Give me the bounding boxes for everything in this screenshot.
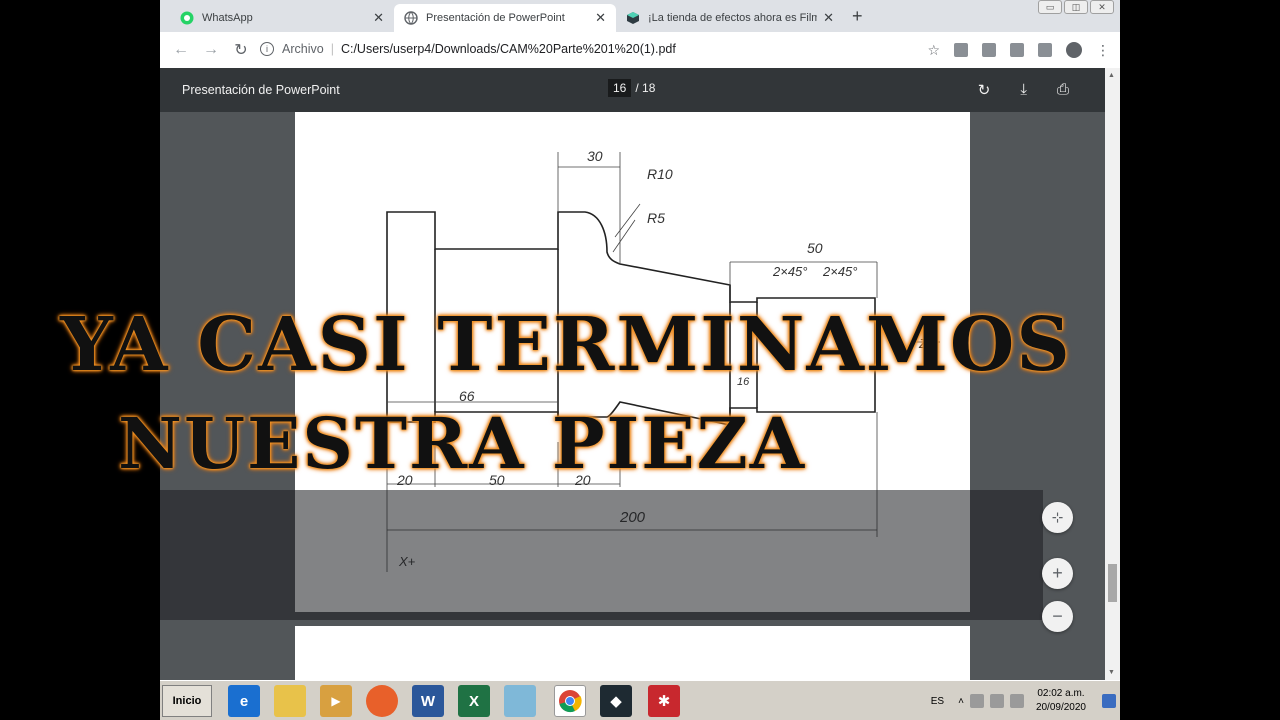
- pdf-extension-icon[interactable]: [954, 43, 968, 57]
- print-icon[interactable]: ⎙: [1057, 81, 1069, 99]
- tab-title: WhatsApp: [202, 12, 253, 24]
- fit-to-page-button[interactable]: ⊹: [1042, 502, 1073, 533]
- pdf-actions: ↻ ⤓ ⎙: [978, 81, 1069, 99]
- taskbar: Inicio e ▶ W X ◆ ✱ ES ˄ 02:02 a.m. 20/09…: [160, 680, 1120, 720]
- scroll-down-icon[interactable]: ▼: [1108, 669, 1115, 676]
- chrome-icon[interactable]: [554, 685, 586, 717]
- language-indicator[interactable]: ES: [931, 696, 944, 707]
- close-icon[interactable]: ✕: [823, 10, 834, 26]
- dim-label: R10: [647, 166, 673, 182]
- eraser-icon[interactable]: [504, 685, 536, 717]
- scrollbar[interactable]: ▲ ▼: [1105, 68, 1120, 680]
- firefox-icon[interactable]: [366, 685, 398, 717]
- filmora-icon: [626, 11, 640, 25]
- close-icon[interactable]: ✕: [595, 10, 606, 26]
- browser-toolbar: ← → ↻ i Archivo | C:/Users/userp4/Downlo…: [160, 32, 1120, 68]
- scroll-up-icon[interactable]: ▲: [1108, 72, 1115, 79]
- globe-icon: [404, 11, 418, 25]
- puzzle-icon[interactable]: [1038, 43, 1052, 57]
- reload-button[interactable]: ↻: [226, 40, 256, 60]
- tab-title: Presentación de PowerPoint: [426, 12, 565, 24]
- page-number-input[interactable]: 16: [608, 79, 632, 97]
- shield-extension-icon[interactable]: [982, 43, 996, 57]
- caption-line-2: NUESTRA PIEZA: [118, 402, 807, 485]
- toolbar-actions: ☆ ⋮: [927, 32, 1110, 68]
- network-icon[interactable]: [989, 694, 1004, 708]
- pdf-toolbar: Presentación de PowerPoint 16/ 18 ↻ ⤓ ⎙: [160, 68, 1105, 112]
- tray-expand-icon[interactable]: ˄: [958, 696, 964, 707]
- dim-label: 30: [587, 148, 603, 164]
- camera-extension-icon[interactable]: [1010, 43, 1024, 57]
- pdf-page-next: [295, 626, 970, 686]
- start-label: Inicio: [172, 695, 202, 707]
- new-tab-button[interactable]: +: [852, 6, 863, 27]
- volume-icon[interactable]: [969, 694, 984, 708]
- file-chip: Archivo: [282, 42, 324, 56]
- security-icon[interactable]: [1009, 694, 1024, 708]
- show-desktop-icon[interactable]: [1102, 694, 1116, 708]
- media-icon[interactable]: ▶: [320, 685, 352, 717]
- app-icon[interactable]: ✱: [648, 685, 680, 717]
- ie-icon[interactable]: e: [228, 685, 260, 717]
- clock[interactable]: 02:02 a.m. 20/09/2020: [1036, 687, 1086, 715]
- pdf-title: Presentación de PowerPoint: [182, 83, 340, 97]
- zoom-out-button[interactable]: −: [1042, 601, 1073, 632]
- minimize-button[interactable]: ▭: [1038, 0, 1062, 14]
- folder-icon[interactable]: [274, 685, 306, 717]
- dim-label: 2×45°: [823, 264, 858, 279]
- page-total: / 18: [635, 81, 656, 95]
- scroll-thumb[interactable]: [1108, 564, 1117, 602]
- system-tray: ES ˄ 02:02 a.m. 20/09/2020: [931, 683, 1120, 719]
- tab-whatsapp[interactable]: WhatsApp ✕: [170, 4, 394, 32]
- close-icon[interactable]: ✕: [373, 10, 384, 26]
- tab-title: ¡La tienda de efectos ahora es Filmstock: [648, 12, 818, 24]
- video-overlay-panel: [160, 490, 1043, 620]
- address-bar[interactable]: i Archivo | C:/Users/userp4/Downloads/CA…: [260, 36, 930, 62]
- whatsapp-icon: [180, 11, 194, 25]
- separator: |: [330, 42, 334, 56]
- url-text[interactable]: C:/Users/userp4/Downloads/CAM%20Parte%20…: [341, 42, 676, 56]
- restore-button[interactable]: ◫: [1064, 0, 1088, 14]
- clock-time: 02:02 a.m.: [1037, 688, 1085, 699]
- tab-strip: WhatsApp ✕ Presentación de PowerPoint ✕ …: [160, 0, 1120, 32]
- page-indicator: 16/ 18: [608, 79, 656, 97]
- dim-label: R5: [647, 210, 665, 226]
- close-window-button[interactable]: ✕: [1090, 0, 1114, 14]
- zoom-in-button[interactable]: +: [1042, 558, 1073, 589]
- dim-label: 50: [807, 240, 823, 256]
- dim-label: 2×45°: [773, 264, 808, 279]
- account-icon[interactable]: [1066, 42, 1082, 58]
- menu-icon[interactable]: ⋮: [1096, 42, 1110, 59]
- star-icon[interactable]: ☆: [927, 42, 940, 59]
- filmora-icon[interactable]: ◆: [600, 685, 632, 717]
- window-controls: ▭ ◫ ✕: [1038, 0, 1114, 14]
- rotate-icon[interactable]: ↻: [978, 81, 991, 99]
- excel-icon[interactable]: X: [458, 685, 490, 717]
- caption-line-1: YA CASI TERMINAMOS: [60, 302, 1072, 388]
- clock-date: 20/09/2020: [1035, 702, 1086, 713]
- tab-powerpoint[interactable]: Presentación de PowerPoint ✕: [394, 4, 616, 32]
- tab-filmstock[interactable]: ¡La tienda de efectos ahora es Filmstock…: [616, 4, 844, 32]
- back-button[interactable]: ←: [166, 41, 196, 59]
- info-icon[interactable]: i: [260, 42, 274, 56]
- download-icon[interactable]: ⤓: [1020, 81, 1027, 99]
- word-icon[interactable]: W: [412, 685, 444, 717]
- start-button[interactable]: Inicio: [162, 685, 212, 717]
- forward-button[interactable]: →: [196, 41, 226, 59]
